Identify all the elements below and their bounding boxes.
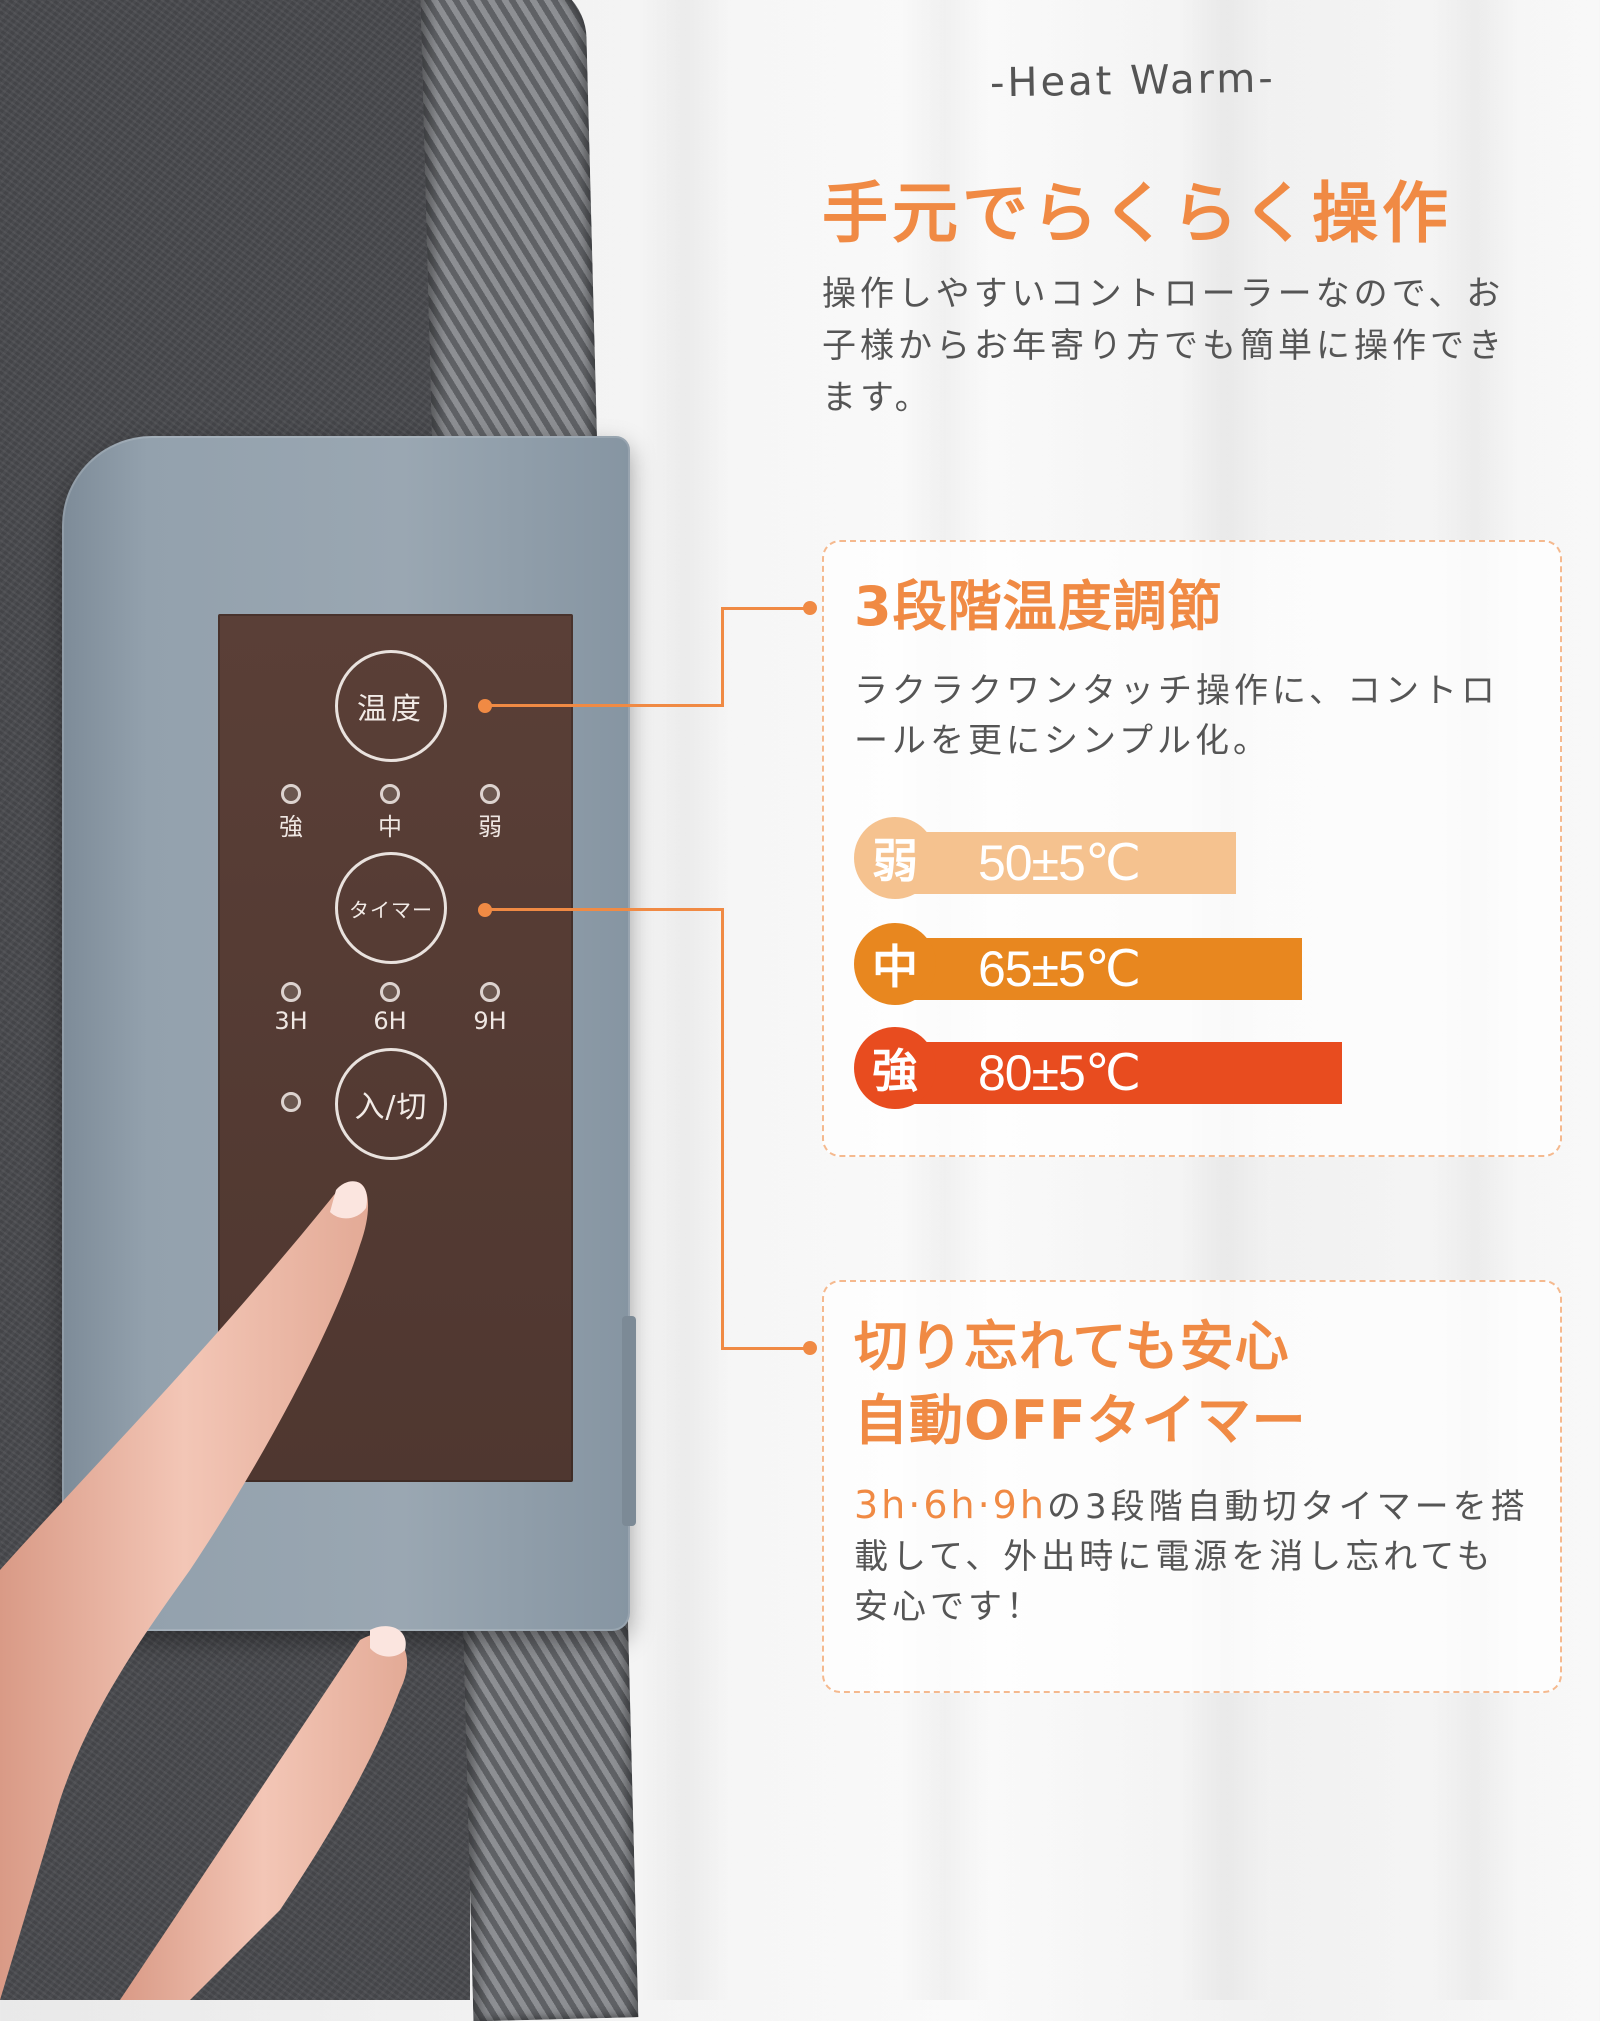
connector-line	[721, 908, 724, 1350]
timer-button[interactable]: タイマー	[335, 852, 447, 964]
timer-highlight: 3h·6h·9h	[854, 1483, 1047, 1527]
feature-card-temperature: 3段階温度調節 ラクラクワンタッチ操作に、コントロールを更にシンプル化。 弱 5…	[822, 540, 1562, 1157]
power-button[interactable]: 入/切	[335, 1048, 447, 1160]
connector-line	[485, 704, 723, 707]
led-label-3h: 3H	[274, 1007, 308, 1035]
led-label-medium: 中	[378, 813, 402, 841]
feature-card-timer: 切り忘れても安心 自動OFFタイマー 3h·6h·9hの3段階自動切タイマーを搭…	[822, 1280, 1562, 1693]
connector-dot	[803, 601, 817, 615]
level-badge: 弱	[854, 817, 936, 899]
page-title: 手元でらくらく操作	[822, 175, 1452, 252]
led-9h	[480, 982, 500, 1002]
led-6h	[380, 982, 400, 1002]
curtain-fold	[640, 0, 730, 2000]
pointing-hand	[0, 1181, 408, 2000]
feature-text: 3h·6h·9hの3段階自動切タイマーを搭載して、外出時に電源を消し忘れても安心…	[854, 1480, 1530, 1632]
led-label-6h: 6H	[373, 1007, 407, 1035]
led-strong	[281, 784, 301, 804]
feature-text: ラクラクワンタッチ操作に、コントロールを更にシンプル化。	[854, 671, 1499, 761]
temperature-button[interactable]: 温度	[335, 650, 447, 762]
feature-title-line1: 切り忘れても安心	[854, 1315, 1290, 1378]
led-label-strong: 強	[279, 813, 303, 841]
feature-title-line2: 自動OFFタイマー	[854, 1389, 1307, 1452]
level-badge: 中	[854, 923, 936, 1005]
led-label-9h: 9H	[473, 1007, 507, 1035]
led-label-weak: 弱	[478, 813, 502, 841]
intro-text: 操作しやすいコントローラーなので、お子様からお年寄り方でも簡単に操作できます。	[822, 274, 1506, 418]
level-temp: 65±5℃	[978, 941, 1141, 997]
connector-line	[721, 607, 724, 707]
level-strong: 強 80±5℃	[854, 1027, 1342, 1109]
level-weak: 弱 50±5℃	[854, 817, 1236, 899]
feature-title: 3段階温度調節	[854, 575, 1223, 638]
controller-side-switch	[622, 1316, 636, 1526]
connector-line	[721, 607, 815, 610]
led-medium	[380, 784, 400, 804]
connector-line	[721, 1347, 815, 1350]
level-medium: 中 65±5℃	[854, 923, 1302, 1005]
connector-dot	[803, 1341, 817, 1355]
level-temp: 50±5℃	[978, 835, 1141, 891]
eyebrow-text: -Heat Warm-	[989, 55, 1277, 107]
led-3h	[281, 982, 301, 1002]
level-temp: 80±5℃	[978, 1045, 1141, 1101]
level-badge: 強	[854, 1027, 936, 1109]
connector-line	[485, 908, 723, 911]
led-power	[281, 1092, 301, 1112]
led-weak	[480, 784, 500, 804]
